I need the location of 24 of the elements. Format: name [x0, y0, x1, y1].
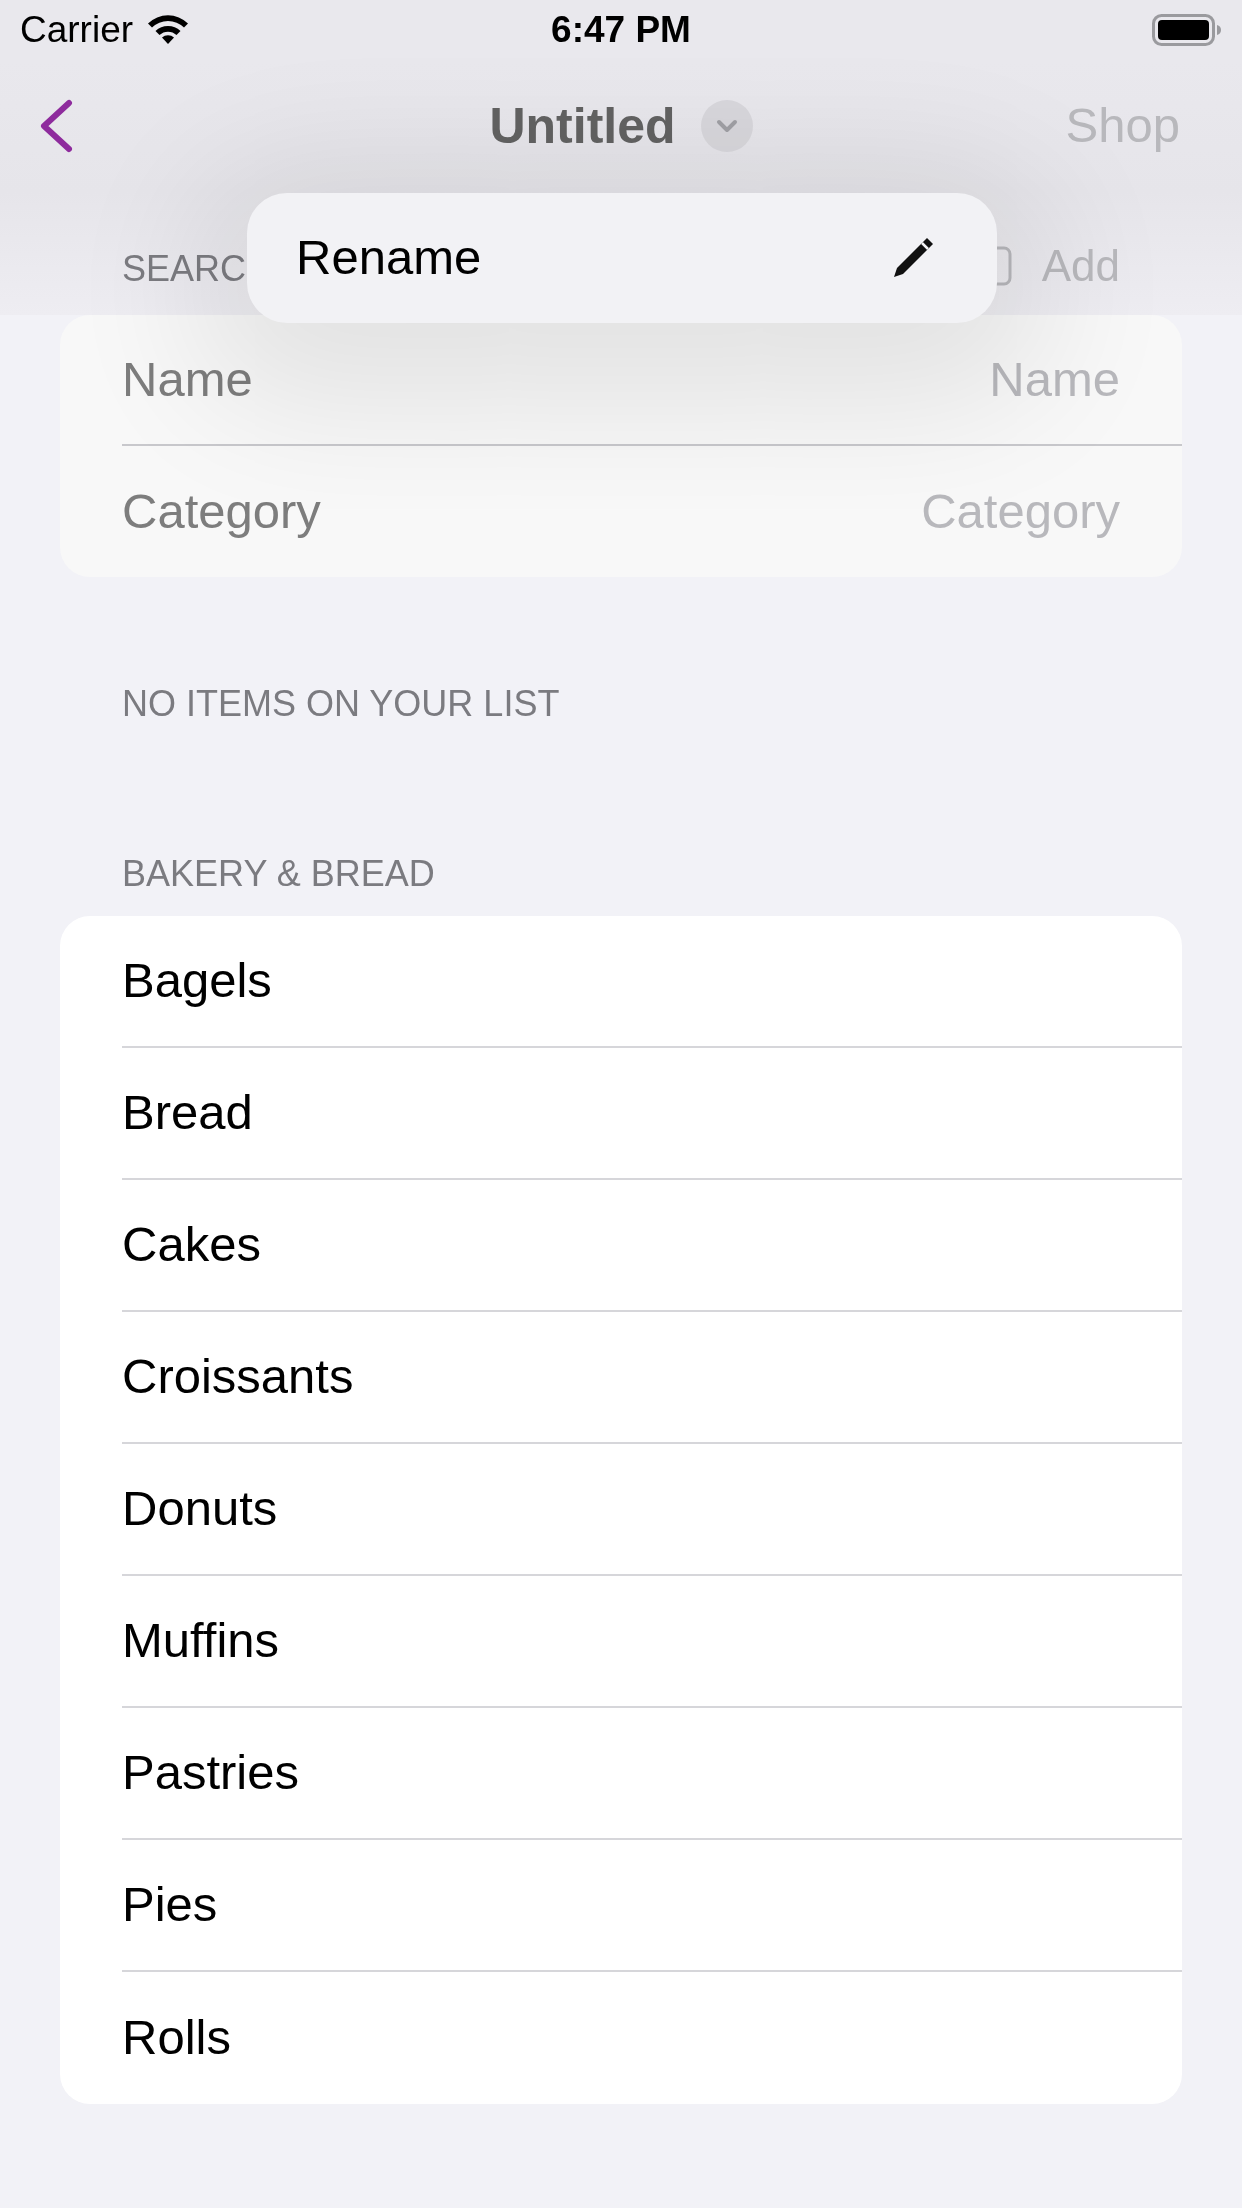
list-item[interactable]: Croissants	[122, 1312, 1182, 1444]
battery-icon	[1152, 14, 1222, 46]
nav-title[interactable]: Untitled	[489, 88, 676, 164]
list-item[interactable]: Cakes	[122, 1180, 1182, 1312]
list-item[interactable]: Donuts	[122, 1444, 1182, 1576]
list-item[interactable]: Pastries	[122, 1708, 1182, 1840]
field-label: Name	[122, 350, 253, 408]
pencil-icon	[891, 236, 935, 280]
status-time: 6:47 PM	[551, 8, 691, 53]
back-chevron-icon	[38, 99, 74, 153]
list-item[interactable]: Pies	[122, 1840, 1182, 1972]
carrier-label: Carrier	[20, 8, 134, 53]
section-header: BAKERY & BREAD	[122, 853, 436, 895]
text-field[interactable]: Category	[350, 474, 1120, 549]
list-item[interactable]: Bagels	[122, 916, 1182, 1048]
text-field[interactable]: Name	[282, 342, 1120, 417]
list-item[interactable]: Rolls	[122, 1972, 1182, 2104]
menu-item[interactable]: Rename	[247, 193, 997, 323]
section-header: SEARC	[122, 248, 247, 290]
list-item[interactable]: Bread	[122, 1048, 1182, 1180]
field-label: Category	[122, 482, 321, 540]
empty-list-message: NO ITEMS ON YOUR LIST	[122, 683, 561, 725]
back-button[interactable]	[38, 99, 74, 153]
list-item[interactable]: Muffins	[122, 1576, 1182, 1708]
